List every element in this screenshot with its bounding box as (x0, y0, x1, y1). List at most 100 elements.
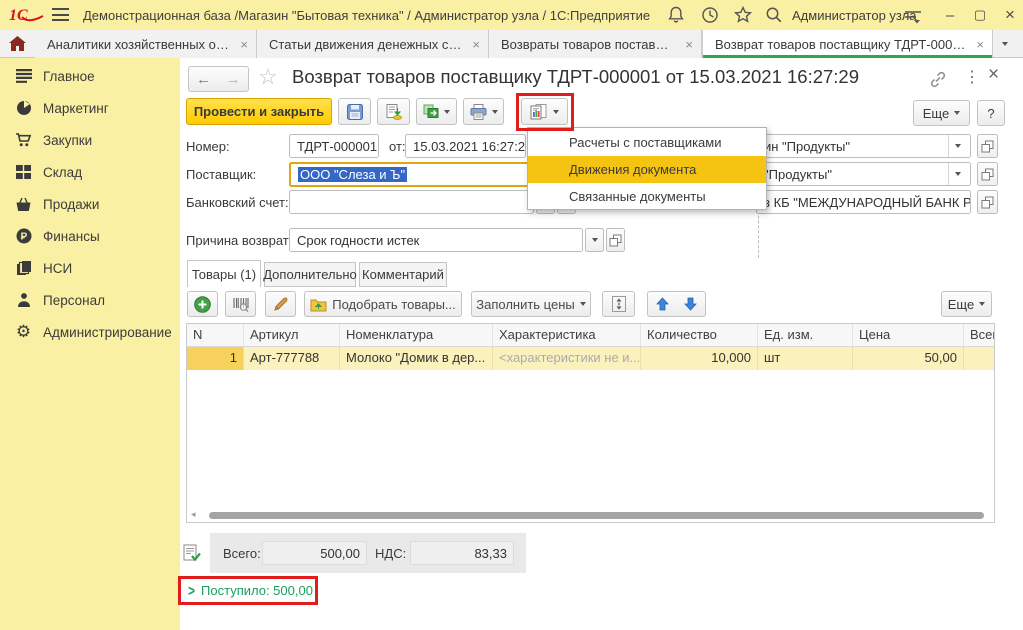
cell-unit[interactable]: шт (758, 347, 853, 370)
col-n[interactable]: N (187, 324, 244, 347)
cell-quantity[interactable]: 10,000 (641, 347, 758, 370)
reports-button[interactable] (521, 98, 568, 125)
close-window-button[interactable]: × (999, 4, 1021, 26)
back-button[interactable]: ← (188, 66, 219, 92)
cell-total[interactable] (964, 347, 994, 370)
add-row-button[interactable] (187, 291, 218, 317)
horizontal-scrollbar[interactable] (209, 512, 984, 519)
col-unit[interactable]: Ед. изм. (758, 324, 853, 347)
tab-close-icon[interactable]: × (976, 37, 984, 52)
sidebar-item-sales[interactable]: Продажи (0, 188, 180, 220)
edit-row-button[interactable] (265, 291, 296, 317)
search-icon[interactable] (764, 5, 784, 25)
col-quantity[interactable]: Количество (641, 324, 758, 347)
table-row[interactable]: 1 Арт-777788 Молоко "Домик в дер... <хар… (187, 347, 994, 370)
sidebar-item-administration[interactable]: ⚙ Администрирование (0, 316, 180, 348)
current-user[interactable]: Администратор узла (792, 8, 917, 23)
total-label: Всего: (223, 546, 261, 561)
sidebar-item-personnel[interactable]: Персонал (0, 284, 180, 316)
cell-price[interactable]: 50,00 (853, 347, 964, 370)
totals-settings-icon[interactable] (183, 544, 201, 562)
cell-article[interactable]: Арт-777788 (244, 347, 340, 370)
sidebar-item-main[interactable]: Главное (0, 60, 180, 92)
hscroll-left-arrow-icon[interactable]: ◂ (191, 509, 196, 520)
expand-chevron-icon[interactable]: > (188, 581, 195, 599)
post-and-close-button[interactable]: Провести и закрыть (186, 98, 332, 125)
tab-goods[interactable]: Товары (1) (187, 260, 261, 287)
number-field[interactable]: ТДРТ-000001 (289, 134, 379, 158)
fill-prices-button[interactable]: Заполнить цены (471, 291, 591, 317)
col-article[interactable]: Артикул (244, 324, 340, 347)
store-field[interactable]: ин "Продукты" (756, 134, 971, 158)
get-link-icon[interactable] (929, 71, 947, 88)
col-nomenclature[interactable]: Номенклатура (340, 324, 493, 347)
tab-comment[interactable]: Комментарий (359, 262, 447, 287)
store-open-button[interactable] (977, 134, 998, 158)
received-group[interactable]: > Поступило: 500,00 (178, 576, 318, 605)
dropdown-caret-icon (948, 163, 963, 185)
sidebar-item-nsi[interactable]: НСИ (0, 252, 180, 284)
sidebar-item-finance[interactable]: Р Финансы (0, 220, 180, 252)
notifications-bell-icon[interactable] (666, 5, 686, 25)
tab-returns-list[interactable]: Возвраты товаров поставщикам × (489, 30, 702, 58)
dropdown-caret-icon (492, 110, 498, 114)
cell-n[interactable]: 1 (187, 347, 244, 370)
sidebar-item-warehouse[interactable]: Склад (0, 156, 180, 188)
save-button[interactable] (338, 98, 371, 125)
create-based-on-button[interactable] (416, 98, 457, 125)
org-bank-account-open-button[interactable] (977, 190, 998, 214)
tab-return-document-active[interactable]: Возврат товаров поставщику ТДРТ-000001 .… (702, 30, 993, 58)
items-more-button[interactable]: Еще (941, 291, 992, 317)
return-reason-open-button[interactable] (606, 228, 625, 252)
tab-close-icon[interactable]: × (240, 37, 248, 52)
move-row-down-button[interactable] (676, 291, 706, 317)
menu-item-supplier-settlements[interactable]: Расчеты с поставщиками (528, 129, 766, 156)
barcode-scan-button[interactable] (225, 291, 256, 317)
division-field[interactable]: "Продукты" (756, 162, 971, 186)
tabs-overflow-icon[interactable] (1002, 42, 1008, 46)
col-total[interactable]: Всего (964, 324, 994, 347)
division-open-button[interactable] (977, 162, 998, 186)
col-characteristic[interactable]: Характеристика (493, 324, 641, 347)
print-button[interactable] (463, 98, 504, 125)
service-menu-icon[interactable] (903, 7, 923, 27)
post-document-button[interactable] (377, 98, 410, 125)
history-icon[interactable] (700, 5, 720, 25)
form-more-button[interactable]: Еще (913, 100, 970, 126)
help-button[interactable]: ? (977, 100, 1005, 126)
tab-close-icon[interactable]: × (472, 37, 480, 52)
forward-button[interactable]: → (218, 66, 249, 92)
date-field[interactable]: 15.03.2021 16:27:29 (405, 134, 526, 158)
home-button[interactable] (0, 30, 34, 57)
move-row-up-button[interactable] (647, 291, 677, 317)
return-reason-field[interactable]: Срок годности истек (289, 228, 583, 252)
cell-nomenclature[interactable]: Молоко "Домик в дер... (340, 347, 493, 370)
bank-account-field[interactable] (289, 190, 534, 214)
tab-additional[interactable]: Дополнительно (264, 262, 356, 287)
more-dots-icon[interactable]: ⋮ (964, 67, 980, 87)
tab-cashflow-items[interactable]: Статьи движения денежных средств × (257, 30, 489, 58)
top-bar: 1С Демонстрационная база /Магазин "Бытов… (0, 0, 1023, 30)
tab-close-icon[interactable]: × (685, 37, 693, 52)
favorite-star-icon[interactable]: ☆ (258, 64, 278, 90)
pick-goods-button[interactable]: Подобрать товары... (304, 291, 462, 317)
minimize-button[interactable]: – (939, 4, 961, 26)
tab-analytics[interactable]: Аналитики хозяйственных операций × (35, 30, 257, 58)
maximize-button[interactable]: ▢ (969, 4, 991, 26)
dropdown-caret-icon (444, 110, 450, 114)
sidebar-item-purchases[interactable]: Закупки (0, 124, 180, 156)
sidebar-item-marketing[interactable]: Маркетинг (0, 92, 180, 124)
expand-rows-icon (612, 296, 626, 312)
close-document-icon[interactable]: × (988, 64, 999, 86)
return-reason-select-button[interactable] (585, 228, 604, 252)
cell-characteristic[interactable]: <характеристики не и... (493, 347, 641, 370)
main-menu-hamburger-icon[interactable] (52, 8, 69, 21)
org-bank-account-field[interactable]: з КБ "МЕЖДУНАРОДНЫЙ БАНК РА (756, 190, 971, 214)
ruble-circle-icon: Р (15, 228, 32, 245)
col-price[interactable]: Цена (853, 324, 964, 347)
menu-item-document-movements[interactable]: Движения документа (528, 156, 766, 183)
menu-item-related-documents[interactable]: Связанные документы (528, 183, 766, 210)
favorites-star-icon[interactable] (733, 5, 753, 25)
row-height-button[interactable] (602, 291, 635, 317)
gear-icon: ⚙ (15, 324, 32, 341)
